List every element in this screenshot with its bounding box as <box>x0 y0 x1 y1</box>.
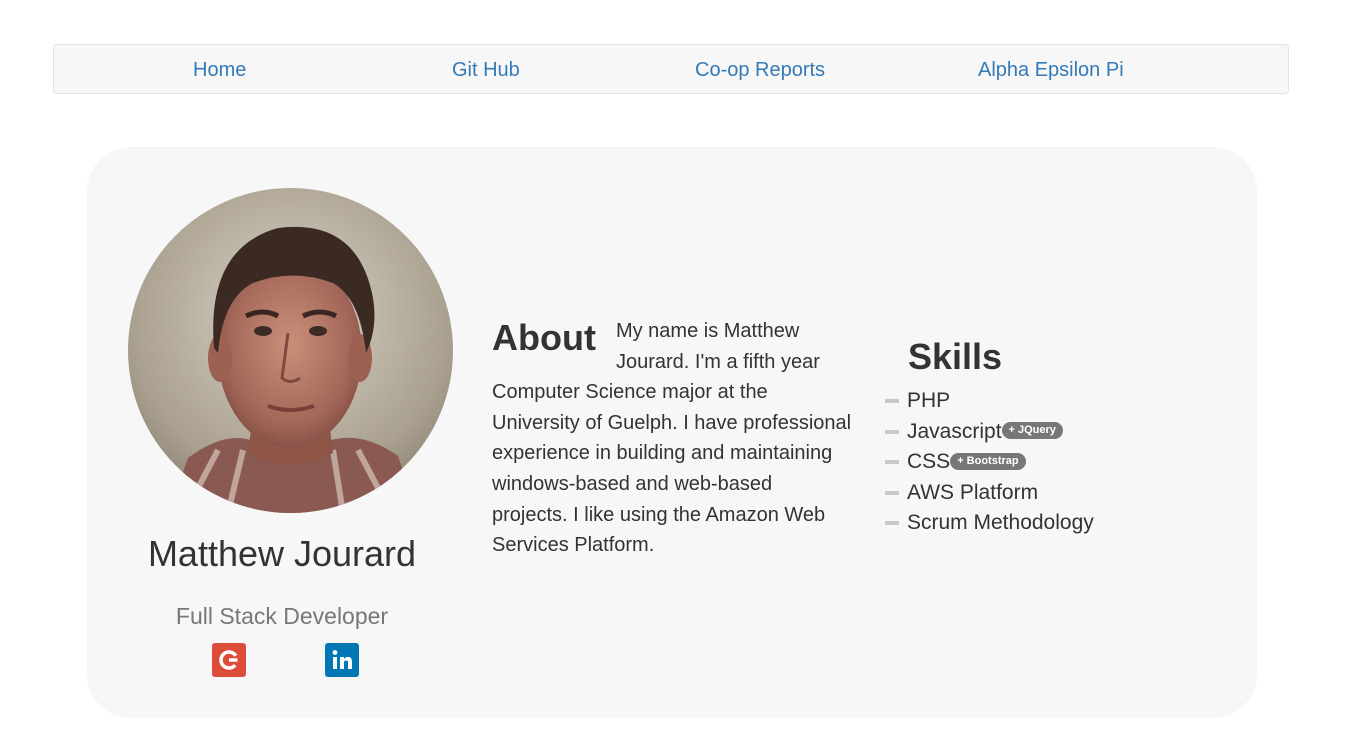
skill-badge-bootstrap: + Bootstrap <box>950 452 1026 470</box>
skill-item-aws: AWS Platform <box>885 478 1094 509</box>
nav-link-alpha-epsilon-pi[interactable]: Alpha Epsilon Pi <box>978 45 1124 95</box>
skill-label: Javascript <box>907 419 1002 443</box>
navbar: Home Git Hub Co-op Reports Alpha Epsilon… <box>53 44 1289 94</box>
skill-item-scrum: Scrum Methodology <box>885 508 1094 539</box>
list-dash <box>885 429 899 434</box>
skill-item-css: CSS + Bootstrap <box>885 447 1094 478</box>
list-dash <box>885 490 899 495</box>
profile-name: Matthew Jourard <box>147 533 417 574</box>
skill-item-javascript: Javascript + JQuery <box>885 417 1094 448</box>
skill-badge-jquery: + JQuery <box>1001 422 1063 440</box>
nav-link-coop-reports[interactable]: Co-op Reports <box>695 45 825 95</box>
google-link[interactable] <box>212 643 246 677</box>
profile-card: Matthew Jourard Full Stack Developer Abo… <box>87 147 1257 718</box>
profile-photo <box>128 188 453 513</box>
nav-link-home[interactable]: Home <box>193 45 246 95</box>
profile-role: Full Stack Developer <box>175 603 389 629</box>
nav-link-github[interactable]: Git Hub <box>452 45 520 95</box>
skill-item-php: PHP <box>885 386 1094 417</box>
list-dash <box>885 399 899 403</box>
skill-label: CSS <box>907 450 951 474</box>
list-dash <box>885 521 899 526</box>
skill-label: Scrum Methodology <box>907 511 1094 535</box>
about-heading: About <box>492 317 596 358</box>
skill-label: AWS Platform <box>907 480 1039 504</box>
linkedin-icon <box>332 650 352 669</box>
list-dash <box>885 460 899 465</box>
skill-label: PHP <box>907 389 951 412</box>
about-section: About My name is Matthew Jourard. I'm a … <box>492 316 852 561</box>
google-icon <box>219 650 239 670</box>
skills-heading: Skills <box>908 336 1003 377</box>
skills-list: PHP Javascript + JQuery CSS + Bootstrap AW… <box>885 386 1094 539</box>
linkedin-link[interactable] <box>325 643 359 677</box>
portrait-illustration <box>128 188 453 513</box>
